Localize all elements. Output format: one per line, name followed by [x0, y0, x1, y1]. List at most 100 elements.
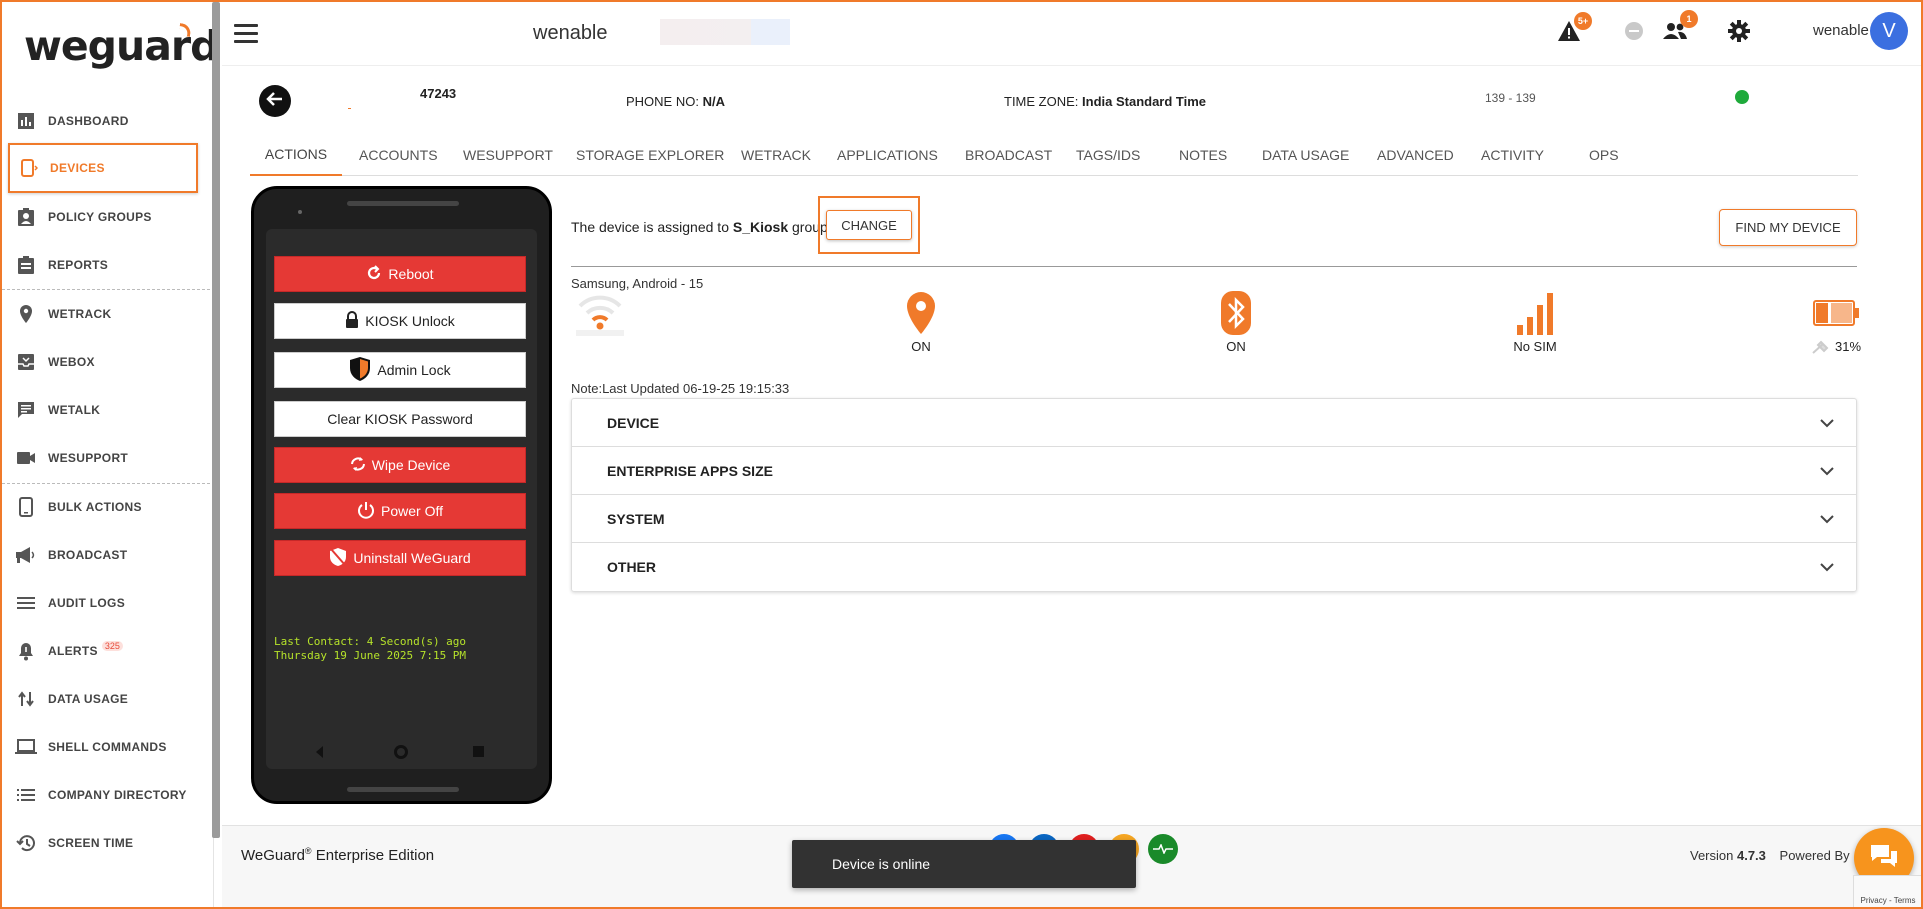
accordion-other[interactable]: OTHER	[572, 543, 1856, 591]
tab-ops[interactable]: OPS	[1589, 134, 1619, 176]
tab-data-usage[interactable]: DATA USAGE	[1262, 134, 1349, 176]
accordion-device[interactable]: DEVICE	[572, 399, 1856, 447]
sidebar-item-label: WEBOX	[48, 355, 95, 369]
users-badge: 1	[1680, 10, 1698, 28]
accordion-enterprise-apps-size[interactable]: ENTERPRISE APPS SIZE	[572, 447, 1856, 495]
sidebar-item-broadcast[interactable]: BROADCAST	[2, 531, 210, 579]
top-header: wenable 5+ 1 wenable V	[222, 2, 1921, 66]
sidebar-item-label: COMPANY DIRECTORY	[48, 788, 187, 802]
sidebar-item-shell-commands[interactable]: SHELL COMMANDS	[2, 723, 210, 771]
bluetooth-status: ON	[1196, 289, 1276, 354]
clear-kiosk-password-button[interactable]: Clear KIOSK Password	[274, 401, 526, 437]
location-status: ON	[881, 289, 961, 354]
sidebar-item-policy-groups[interactable]: POLICY GROUPS	[2, 193, 210, 241]
sidebar-item-data-usage[interactable]: DATA USAGE	[2, 675, 210, 723]
reboot-button[interactable]: Reboot	[274, 256, 526, 292]
sidebar-item-dashboard[interactable]: DASHBOARD	[2, 97, 210, 145]
online-status-dot	[1735, 90, 1749, 104]
sidebar-item-wesupport[interactable]: WESUPPORT	[2, 434, 210, 482]
tab-storage-explorer[interactable]: STORAGE EXPLORER	[576, 134, 724, 176]
accordion-label: OTHER	[607, 559, 656, 575]
up-down-arrows-icon	[14, 687, 38, 711]
signal-icon	[1495, 289, 1575, 337]
bluetooth-icon	[1196, 289, 1276, 337]
tab-activity[interactable]: ACTIVITY	[1481, 134, 1544, 176]
battery-status: 31%	[1796, 289, 1876, 354]
tab-tags-ids[interactable]: TAGS/IDS	[1076, 134, 1140, 176]
sidebar-item-audit-logs[interactable]: AUDIT LOGS	[2, 579, 210, 627]
sidebar-scrollbar[interactable]	[212, 2, 220, 838]
accordion-system[interactable]: SYSTEM	[572, 495, 1856, 543]
admin-lock-button[interactable]: Admin Lock	[274, 352, 526, 388]
app-window: weguard DASHBOARD DEVICES POLICY GROUPS …	[0, 0, 1923, 909]
button-label: Reboot	[388, 266, 434, 282]
nav-back-icon	[316, 746, 323, 758]
avatar[interactable]: V	[1870, 12, 1908, 50]
wipe-device-button[interactable]: Wipe Device	[274, 447, 526, 483]
device-tabs: ACTIONS ACCOUNTS WESUPPORT STORAGE EXPLO…	[250, 134, 1858, 176]
tab-actions[interactable]: ACTIONS	[250, 134, 342, 176]
uninstall-weguard-button[interactable]: Uninstall WeGuard	[274, 540, 526, 576]
version-number: 4.7.3	[1736, 848, 1766, 863]
menu-icon[interactable]	[234, 24, 258, 44]
tab-advanced[interactable]: ADVANCED	[1377, 134, 1454, 176]
accordion-label: DEVICE	[607, 414, 660, 431]
user-name[interactable]: wenable	[1813, 22, 1869, 39]
sidebar-item-label: POLICY GROUPS	[48, 210, 152, 224]
alerts-button[interactable]: 5+	[1554, 12, 1592, 48]
toast-notification: Device is online	[792, 840, 1136, 888]
logo[interactable]: weguard	[24, 22, 219, 82]
chevron-down-icon	[1820, 511, 1834, 529]
change-group-button[interactable]: CHANGE	[826, 210, 912, 240]
sidebar-item-wetrack[interactable]: WETRACK	[2, 290, 210, 338]
status-button[interactable]	[1619, 18, 1649, 48]
charging-plug-icon	[1812, 340, 1829, 354]
phone-screen: Reboot KIOSK Unlock Admin Lock Clear KIO…	[266, 229, 537, 769]
sidebar-item-webox[interactable]: WEBOX	[2, 338, 210, 386]
users-button[interactable]: 1	[1660, 10, 1698, 48]
smartphone-icon	[14, 495, 38, 519]
back-button[interactable]	[259, 85, 291, 117]
power-off-button[interactable]: Power Off	[274, 493, 526, 529]
settings-button[interactable]	[1724, 18, 1754, 48]
timezone-value: India Standard Time	[1082, 94, 1207, 109]
megaphone-icon	[14, 543, 38, 567]
signal-label: No SIM	[1513, 339, 1557, 354]
version-info: Version 4.7.3 Powered By	[1690, 848, 1850, 863]
device-icon	[16, 156, 40, 180]
sidebar-item-alerts[interactable]: ALERTS 325	[2, 627, 210, 675]
tab-wetrack[interactable]: WETRACK	[741, 134, 811, 176]
button-label: KIOSK Unlock	[365, 313, 455, 329]
accordion-label: SYSTEM	[607, 510, 665, 527]
tab-applications[interactable]: APPLICATIONS	[837, 134, 938, 176]
tab-broadcast[interactable]: BROADCAST	[965, 134, 1052, 176]
sidebar-item-company-directory[interactable]: COMPANY DIRECTORY	[2, 771, 210, 819]
inbox-icon	[14, 350, 38, 374]
kiosk-unlock-button[interactable]: KIOSK Unlock	[274, 303, 526, 339]
timezone-label: TIME ZONE:	[1004, 94, 1079, 109]
sidebar-item-screen-time[interactable]: SCREEN TIME	[2, 819, 210, 867]
sidebar-item-devices[interactable]: DEVICES	[8, 143, 198, 193]
phone-mockup: Reboot KIOSK Unlock Admin Lock Clear KIO…	[251, 186, 552, 804]
alerts-badge: 5+	[1574, 12, 1592, 30]
recaptcha-badge[interactable]: Privacy - Terms	[1853, 875, 1921, 907]
edition-name: Enterprise Edition	[311, 847, 435, 864]
device-range: 139 - 139	[1485, 91, 1536, 105]
tab-wesupport[interactable]: WESUPPORT	[463, 134, 553, 176]
sidebar-item-reports[interactable]: REPORTS	[2, 241, 210, 289]
sidebar-item-wetalk[interactable]: WETALK	[2, 386, 210, 434]
battery-charging-icon	[1796, 289, 1876, 337]
last-contact: Last Contact: 4 Second(s) ago Thursday 1…	[274, 635, 466, 663]
org-name: wenable	[533, 22, 608, 44]
assigned-prefix: The device is assigned to	[571, 219, 733, 235]
sync-icon	[350, 455, 366, 476]
sidebar-item-label: DATA USAGE	[48, 692, 129, 706]
device-name-underline	[348, 108, 351, 109]
list-icon	[14, 591, 38, 615]
health-status-icon[interactable]	[1148, 834, 1178, 864]
find-my-device-button[interactable]: FIND MY DEVICE	[1719, 209, 1857, 246]
tab-accounts[interactable]: ACCOUNTS	[359, 134, 438, 176]
sidebar-item-bulk-actions[interactable]: BULK ACTIONS	[2, 483, 210, 531]
tab-notes[interactable]: NOTES	[1179, 134, 1227, 176]
bell-alert-icon	[14, 639, 38, 663]
